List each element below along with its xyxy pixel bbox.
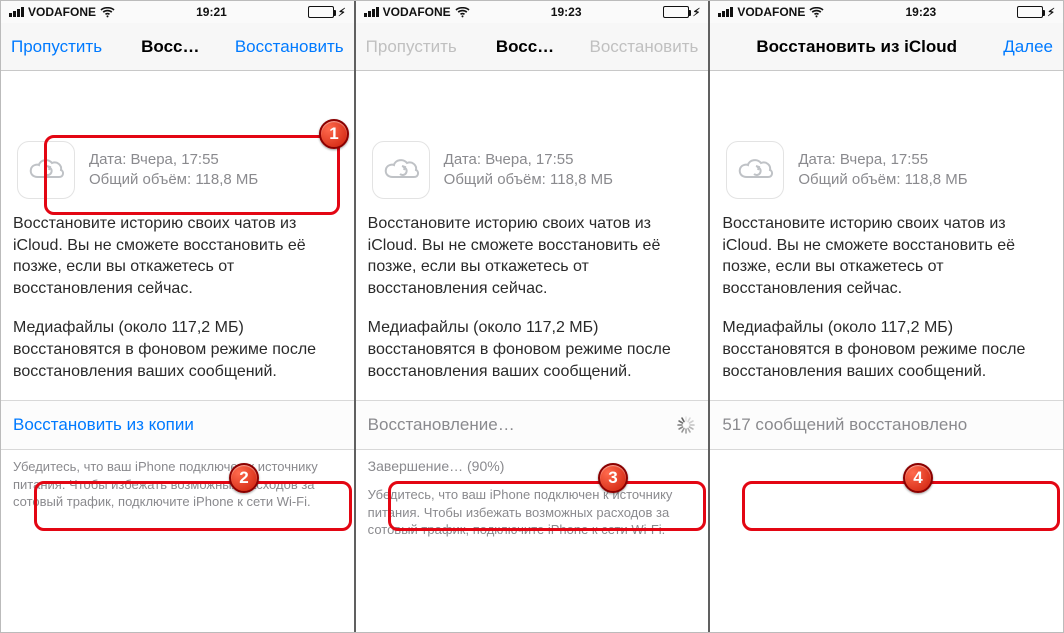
status-bar: VODAFONE 19:23 ⚡︎ <box>356 1 709 23</box>
nav-title: Восс… <box>117 37 224 57</box>
charging-icon: ⚡︎ <box>338 6 346 19</box>
restore-action-row: Восстановление… <box>356 400 709 450</box>
backup-info-row: Дата: Вчера, 17:55 Общий объём: 118,8 МБ <box>368 133 697 213</box>
battery-icon <box>308 6 334 18</box>
status-bar: VODAFONE 19:21 ⚡︎ <box>1 1 354 23</box>
backup-date: Дата: Вчера, 17:55 <box>444 150 613 170</box>
clock: 19:21 <box>196 5 227 19</box>
charging-icon: ⚡︎ <box>1047 6 1055 19</box>
nav-action-button: Восстановить <box>578 37 698 57</box>
carrier-label: VODAFONE <box>737 5 805 19</box>
restore-action-label: Восстановление… <box>368 415 515 435</box>
backup-info-row: Дата: Вчера, 17:55 Общий объём: 118,8 МБ <box>13 133 342 213</box>
nav-title: Восс… <box>472 37 579 57</box>
phone-screen: VODAFONE 19:21 ⚡︎ Пропустить Восс… Восст… <box>1 1 356 632</box>
wifi-icon <box>100 7 115 18</box>
battery-icon <box>663 6 689 18</box>
restore-action-row: 517 сообщений восстановлено <box>710 400 1063 450</box>
nav-action-button[interactable]: Восстановить <box>224 37 344 57</box>
charging-icon: ⚡︎ <box>693 6 701 19</box>
nav-bar: Восстановить из iCloud Далее <box>710 23 1063 71</box>
wifi-icon <box>809 7 824 18</box>
nav-bar: Пропустить Восс… Восстановить <box>1 23 354 71</box>
restore-description-1: Восстановите историю своих чатов из iClo… <box>722 213 1051 299</box>
restore-description-2: Медиафайлы (около 117,2 МБ) восстановятс… <box>368 317 697 382</box>
content: Дата: Вчера, 17:55 Общий объём: 118,8 МБ… <box>356 71 709 632</box>
spinner-icon <box>676 415 696 435</box>
carrier-label: VODAFONE <box>28 5 96 19</box>
backup-size: Общий объём: 118,8 МБ <box>798 170 967 190</box>
restore-description-1: Восстановите историю своих чатов из iClo… <box>368 213 697 299</box>
nav-skip-button[interactable]: Пропустить <box>11 37 117 57</box>
phone-row: VODAFONE 19:21 ⚡︎ Пропустить Восс… Восст… <box>1 1 1063 632</box>
nav-action-button[interactable]: Далее <box>993 37 1053 57</box>
signal-icon <box>718 7 733 17</box>
wifi-icon <box>455 7 470 18</box>
backup-size: Общий объём: 118,8 МБ <box>89 170 258 190</box>
wifi-hint: Убедитесь, что ваш iPhone подключен к ис… <box>13 450 342 511</box>
backup-size: Общий объём: 118,8 МБ <box>444 170 613 190</box>
phone-screen: VODAFONE 19:23 ⚡︎ Пропустить Восс… Восст… <box>356 1 711 632</box>
content: Дата: Вчера, 17:55 Общий объём: 118,8 МБ… <box>1 71 354 632</box>
battery-icon <box>1017 6 1043 18</box>
backup-info-row: Дата: Вчера, 17:55 Общий объём: 118,8 МБ <box>722 133 1051 213</box>
nav-bar: Пропустить Восс… Восстановить <box>356 23 709 71</box>
nav-skip-button: Пропустить <box>366 37 472 57</box>
backup-date: Дата: Вчера, 17:55 <box>798 150 967 170</box>
clock: 19:23 <box>905 5 936 19</box>
content: Дата: Вчера, 17:55 Общий объём: 118,8 МБ… <box>710 71 1063 632</box>
cloud-restore-icon <box>372 141 430 199</box>
restore-description-1: Восстановите историю своих чатов из iClo… <box>13 213 342 299</box>
signal-icon <box>9 7 24 17</box>
cloud-restore-icon <box>726 141 784 199</box>
status-bar: VODAFONE 19:23 ⚡︎ <box>710 1 1063 23</box>
signal-icon <box>364 7 379 17</box>
phone-screen: VODAFONE 19:23 ⚡︎ Восстановить из iCloud… <box>710 1 1063 632</box>
restore-action-label: Восстановить из копии <box>13 415 194 435</box>
nav-title: Восстановить из iCloud <box>720 37 993 57</box>
restore-description-2: Медиафайлы (около 117,2 МБ) восстановятс… <box>722 317 1051 382</box>
progress-text: Завершение… (90%) <box>368 450 697 478</box>
backup-date: Дата: Вчера, 17:55 <box>89 150 258 170</box>
restore-action-label: 517 сообщений восстановлено <box>722 415 967 435</box>
cloud-restore-icon <box>17 141 75 199</box>
wifi-hint: Убедитесь, что ваш iPhone подключен к ис… <box>368 478 697 539</box>
restore-description-2: Медиафайлы (около 117,2 МБ) восстановятс… <box>13 317 342 382</box>
restore-action-row[interactable]: Восстановить из копии <box>1 400 354 450</box>
carrier-label: VODAFONE <box>383 5 451 19</box>
stage: VODAFONE 19:21 ⚡︎ Пропустить Восс… Восст… <box>0 0 1064 633</box>
clock: 19:23 <box>551 5 582 19</box>
